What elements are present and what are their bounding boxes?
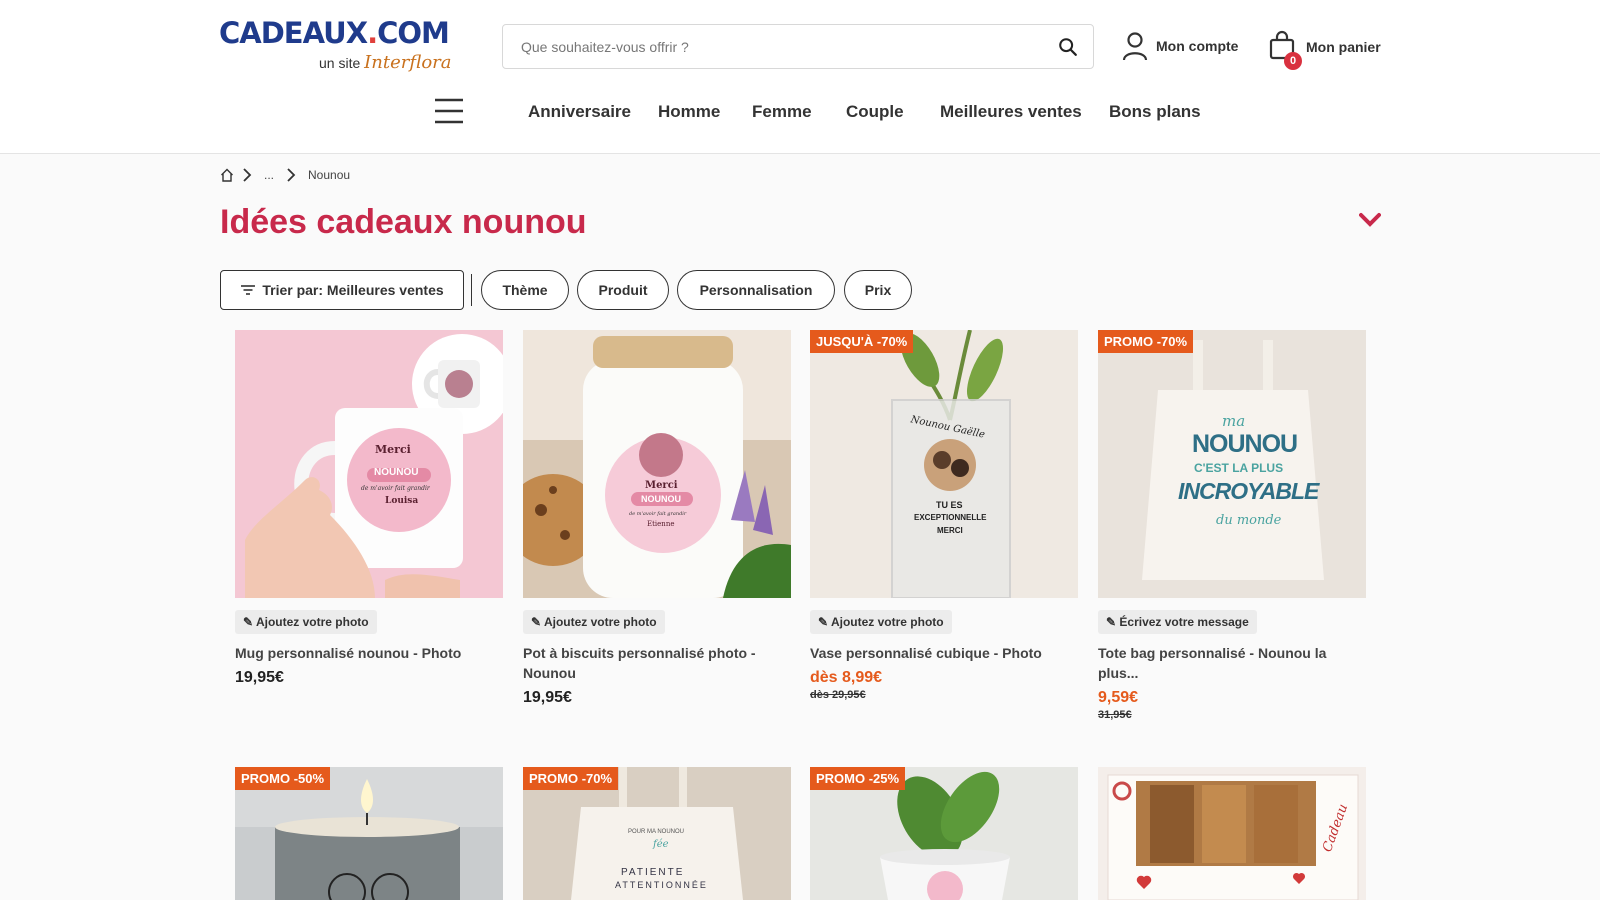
filter-theme[interactable]: Thème: [481, 270, 569, 310]
product-card[interactable]: PROMO -50%: [235, 767, 503, 900]
vase-text-3: EXCEPTIONNELLE: [914, 513, 987, 522]
menu-icon[interactable]: [434, 96, 464, 126]
search-bar: [502, 24, 1094, 69]
jar-text-3: de m'avoir fait grandir: [629, 511, 687, 517]
sort-label: Trier par: Meilleures ventes: [262, 282, 444, 298]
promo-badge: JUSQU'À -70%: [810, 330, 914, 353]
account-link[interactable]: Mon compte: [1122, 30, 1238, 62]
nav-couple[interactable]: Couple: [846, 102, 904, 126]
product-card[interactable]: Cadeau: [1098, 767, 1366, 900]
filter-personnalisation[interactable]: Personnalisation: [677, 270, 835, 310]
cart-count-badge: 0: [1284, 52, 1302, 70]
sort-button[interactable]: Trier par: Meilleures ventes: [220, 270, 464, 310]
mug-text-3: de m'avoir fait grandir: [361, 485, 430, 492]
product-price: 19,95€: [523, 689, 572, 706]
site-header: CADEAUX.COM un site Interflora Mon compt…: [0, 0, 1600, 154]
nav-femme[interactable]: Femme: [752, 102, 812, 126]
cart-label: Mon panier: [1306, 39, 1381, 55]
sort-icon: [241, 285, 256, 295]
search-icon[interactable]: [1057, 36, 1079, 58]
home-icon[interactable]: [220, 168, 234, 182]
personalization-tag: ✎ Ajoutez votre photo: [235, 610, 377, 634]
product-image-candle[interactable]: PROMO -50%: [235, 767, 503, 900]
nav-homme[interactable]: Homme: [658, 102, 720, 126]
product-price: 19,95€: [235, 669, 284, 686]
breadcrumb-ellipsis[interactable]: ...: [264, 168, 274, 182]
tote-text-3: C'EST LA PLUS: [1194, 461, 1284, 475]
product-card[interactable]: PROMO -70% POUR MA NOUNOU fée PATIENTE A…: [523, 767, 791, 900]
promo-badge: PROMO -50%: [235, 767, 331, 790]
page-title: Idées cadeaux nounou: [220, 203, 587, 241]
vase-text-4: MERCI: [937, 526, 963, 535]
nav-bons-plans[interactable]: Bons plans: [1109, 102, 1201, 126]
product-image-cookie-box[interactable]: Cadeau: [1098, 767, 1366, 900]
product-name[interactable]: Vase personnalisé cubique - Photo: [810, 643, 1078, 663]
promo-badge: PROMO -70%: [523, 767, 619, 790]
personalization-tag: ✎ Ajoutez votre photo: [523, 610, 665, 634]
tote-text-1: ma: [1222, 412, 1246, 430]
mug-text-2: NOUNOU: [374, 467, 419, 478]
product-image-tote[interactable]: PROMO -70% ma NOUNOU C'EST LA PLUS INCRO…: [1098, 330, 1366, 598]
chevron-right-icon: [287, 168, 296, 182]
filter-separator: [471, 274, 472, 306]
jar-text-1: Merci: [645, 480, 678, 491]
product-image-tote-2[interactable]: PROMO -70% POUR MA NOUNOU fée PATIENTE A…: [523, 767, 791, 900]
product-price: 9,59€: [1098, 689, 1139, 706]
product-image-jar[interactable]: Merci NOUNOU de m'avoir fait grandir Eti…: [523, 330, 791, 598]
product-image-vase[interactable]: JUSQU'À -70% Nounou Gaëlle TU ES EXCEPTI…: [810, 330, 1078, 598]
product-old-price: dès 29,95€: [810, 689, 866, 701]
logo-wordmark: CADEAUX.COM: [219, 16, 450, 50]
promo-badge: PROMO -25%: [810, 767, 906, 790]
filter-prix[interactable]: Prix: [844, 270, 912, 310]
product-image-plant[interactable]: PROMO -25%: [810, 767, 1078, 900]
product-image-mug[interactable]: Merci NOUNOU de m'avoir fait grandir Lou…: [235, 330, 503, 598]
tote-text-4: INCROYABLE: [1178, 478, 1319, 504]
vase-text-2: TU ES: [936, 500, 963, 510]
account-label: Mon compte: [1156, 38, 1239, 54]
product-name[interactable]: Pot à biscuits personnalisé photo - Noun…: [523, 643, 791, 683]
product-card[interactable]: JUSQU'À -70% Nounou Gaëlle TU ES EXCEPTI…: [810, 330, 1078, 701]
breadcrumb: ... Nounou: [220, 165, 350, 185]
jar-text-4: Etienne: [647, 520, 675, 528]
nav-anniversaire[interactable]: Anniversaire: [528, 102, 631, 126]
bag2-text-3: PATIENTE: [621, 867, 685, 878]
nav-meilleures-ventes[interactable]: Meilleures ventes: [940, 102, 1082, 126]
user-icon: [1122, 32, 1148, 61]
tote-text-5: du monde: [1216, 513, 1282, 528]
breadcrumb-current: Nounou: [308, 168, 351, 182]
jar-text-2: NOUNOU: [641, 494, 681, 504]
bag2-text-1: POUR MA NOUNOU: [628, 829, 685, 835]
product-old-price: 31,95€: [1098, 709, 1132, 721]
product-card[interactable]: PROMO -70% ma NOUNOU C'EST LA PLUS INCRO…: [1098, 330, 1366, 721]
product-card[interactable]: Merci NOUNOU de m'avoir fait grandir Eti…: [523, 330, 791, 707]
mug-text-1: Merci: [375, 443, 411, 456]
bag2-text-4: ATTENTIONNÉE: [615, 880, 708, 890]
product-card[interactable]: Merci NOUNOU de m'avoir fait grandir Lou…: [235, 330, 503, 687]
logo-tagline: un site Interflora: [319, 52, 452, 73]
personalization-tag: ✎ Écrivez votre message: [1098, 610, 1257, 634]
personalization-tag: ✎ Ajoutez votre photo: [810, 610, 952, 634]
chevron-down-icon[interactable]: [1359, 212, 1381, 228]
product-name[interactable]: Tote bag personnalisé - Nounou la plus..…: [1098, 643, 1366, 683]
mug-text-4: Louisa: [385, 496, 419, 506]
promo-badge: PROMO -70%: [1098, 330, 1194, 353]
cart-link[interactable]: 0 Mon panier: [1268, 29, 1381, 70]
product-name[interactable]: Mug personnalisé nounou - Photo: [235, 643, 503, 663]
tote-text-2: NOUNOU: [1192, 430, 1298, 458]
search-input[interactable]: [521, 37, 1021, 57]
chevron-right-icon: [243, 168, 252, 182]
product-price: dès 8,99€: [810, 669, 883, 686]
product-card[interactable]: PROMO -25%: [810, 767, 1078, 900]
site-logo[interactable]: CADEAUX.COM un site Interflora: [219, 18, 459, 74]
bag2-text-2: fée: [653, 839, 669, 850]
filter-produit[interactable]: Produit: [577, 270, 669, 310]
cart-icon-wrapper: 0: [1268, 30, 1302, 70]
